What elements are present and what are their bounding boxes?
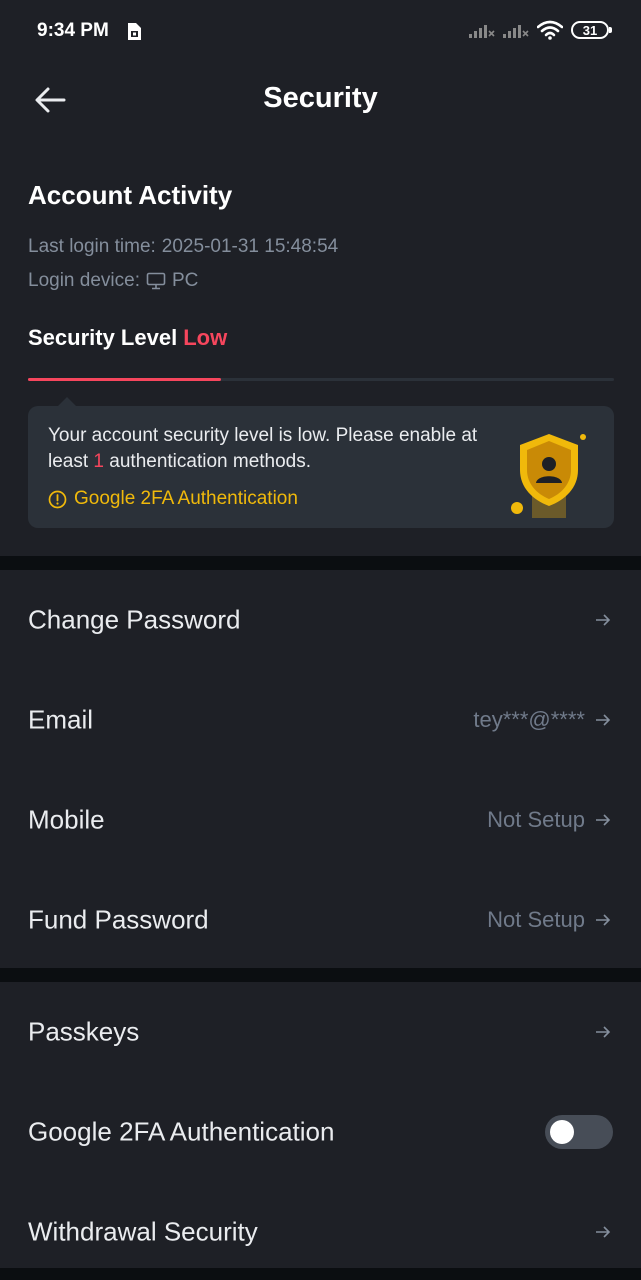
security-level-label: Security Level: [28, 325, 178, 350]
row-label: Email: [28, 704, 94, 735]
signal-icon: [503, 25, 529, 38]
security-level: Security Level Low: [28, 325, 227, 351]
warning-circle-icon: [48, 490, 67, 508]
arrow-right-icon: [595, 713, 611, 727]
security-level-bar: [28, 378, 614, 381]
mobile-row[interactable]: Mobile Not Setup: [0, 770, 641, 870]
withdrawal-security-row[interactable]: Withdrawal Security: [0, 1182, 641, 1280]
row-right: Not Setup: [487, 907, 611, 933]
battery-icon: 31: [571, 21, 612, 39]
status-time: 9:34 PM: [37, 20, 109, 41]
row-label: Google 2FA Authentication: [28, 1116, 335, 1147]
arrow-right-icon: [595, 613, 611, 627]
google-2fa-toggle[interactable]: [545, 1115, 613, 1149]
header: Security: [0, 62, 641, 138]
status-bar: 9:34 PM 31: [0, 0, 641, 62]
wifi-icon: [537, 20, 563, 40]
mobile-value: Not Setup: [487, 807, 585, 832]
google-2fa-row: Google 2FA Authentication: [0, 1082, 641, 1182]
email-row[interactable]: Email tey***@****: [0, 670, 641, 770]
row-label: Mobile: [28, 804, 105, 835]
last-login-value: 2025-01-31 15:48:54: [161, 236, 339, 257]
monitor-icon: [146, 272, 166, 290]
row-label: Fund Password: [28, 904, 209, 935]
section-divider: [0, 1268, 641, 1280]
shield-user-icon: [511, 434, 586, 518]
fund-password-row[interactable]: Fund Password Not Setup: [0, 870, 641, 970]
toggle-knob: [550, 1120, 574, 1144]
login-device-line: Login device: PC: [28, 270, 198, 292]
status-icons: 31: [469, 20, 612, 40]
fund-password-value: Not Setup: [487, 907, 585, 932]
row-right: [595, 613, 611, 627]
notice-count: 1: [93, 451, 104, 472]
notice-text: Your account security level is low. Plea…: [48, 423, 498, 475]
email-value: tey***@****: [473, 707, 585, 732]
row-right: Not Setup: [487, 807, 611, 833]
security-screen: 9:34 PM 31 Security Account Activity Las…: [0, 0, 641, 1280]
passkeys-row[interactable]: Passkeys: [0, 982, 641, 1082]
battery-level: 31: [582, 22, 598, 38]
page-title: Security: [263, 82, 378, 114]
security-level-fill: [28, 378, 222, 381]
row-right: tey***@****: [473, 707, 611, 733]
account-activity-title: Account Activity: [28, 180, 233, 210]
signal-icon: [469, 25, 495, 38]
section-divider: [0, 968, 641, 982]
google-2fa-link[interactable]: Google 2FA Authentication: [48, 488, 298, 510]
row-label: Withdrawal Security: [28, 1216, 258, 1247]
login-device-label: Login device:: [28, 270, 140, 291]
arrow-right-icon: [595, 913, 611, 927]
security-level-value: Low: [183, 325, 228, 350]
section-divider: [0, 556, 641, 570]
google-2fa-link-label: Google 2FA Authentication: [74, 488, 298, 509]
last-login-label: Last login time:: [28, 236, 156, 257]
change-password-row[interactable]: Change Password: [0, 570, 641, 670]
row-label: Change Password: [28, 604, 241, 635]
arrow-right-icon: [595, 813, 611, 827]
last-login-line: Last login time: 2025-01-31 15:48:54: [28, 236, 338, 258]
row-right: [595, 1025, 611, 1039]
security-notice: Your account security level is low. Plea…: [28, 397, 614, 528]
arrow-right-icon: [595, 1225, 611, 1239]
row-label: Passkeys: [28, 1016, 140, 1047]
arrow-right-icon: [595, 1025, 611, 1039]
row-right: [595, 1225, 611, 1239]
notice-text-after: authentication methods.: [104, 451, 312, 472]
sim-icon: [128, 23, 141, 40]
login-device-value: PC: [171, 270, 199, 291]
